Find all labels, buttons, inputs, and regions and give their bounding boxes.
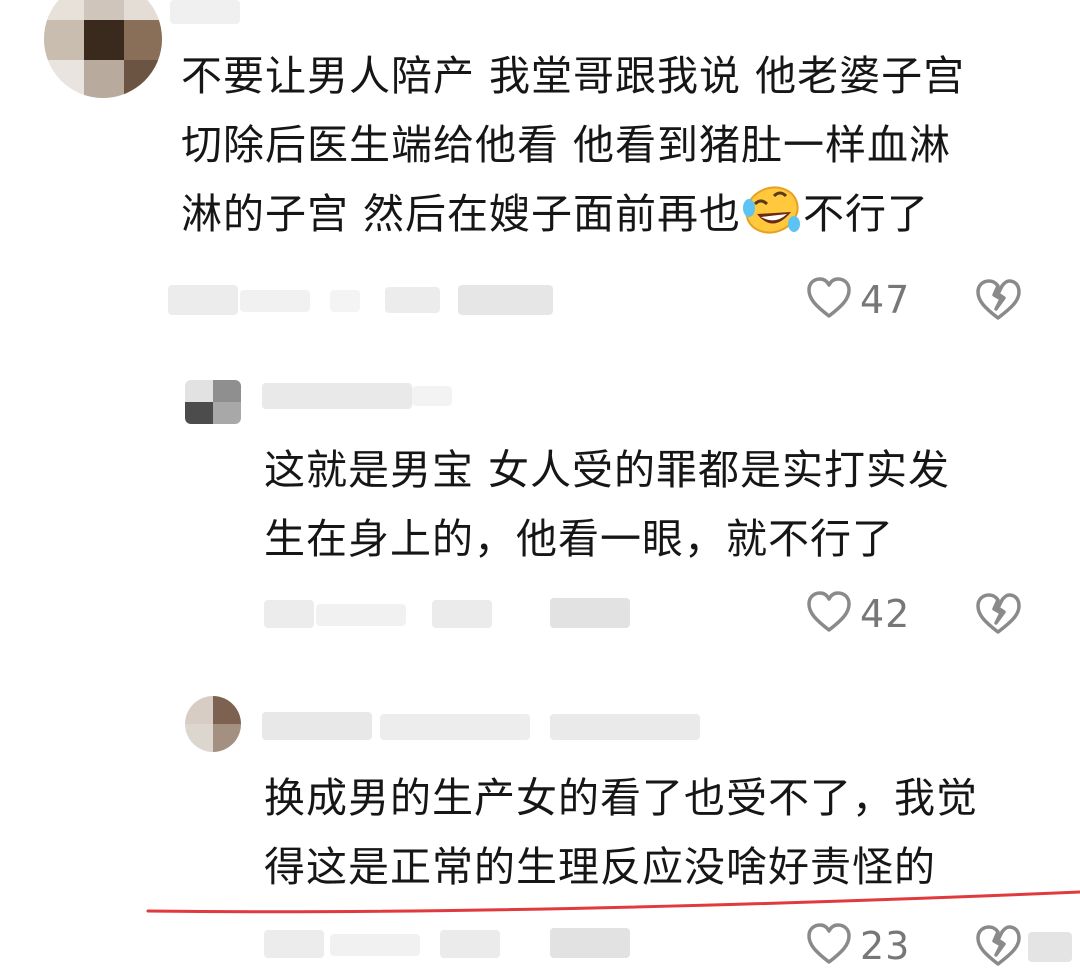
watermark-blurred (1028, 932, 1072, 962)
reply-avatar[interactable] (185, 380, 241, 424)
comment-text: 不要让男人陪产 我堂哥跟我说 他老婆子宫 切除后医生端给他看 他看到猪肚一样血淋… (181, 42, 965, 249)
broken-heart-icon (974, 279, 1022, 326)
reply-actions: 23 (806, 922, 910, 970)
reply-username-blurred[interactable] (412, 386, 452, 406)
reply-meta-blurred (264, 600, 314, 628)
reply-line: 得这是正常的生理反应没啥好责怪的 (264, 843, 936, 891)
rolling-on-floor-laughing-emoji-icon (741, 184, 803, 234)
reply-button-blurred[interactable] (550, 928, 630, 958)
reply-username-blurred[interactable] (550, 714, 700, 740)
reply-meta-blurred (440, 930, 500, 958)
reply-line: 生在身上的，他看一眼，就不行了 (264, 515, 894, 563)
comment-line: 不要让男人陪产 我堂哥跟我说 他老婆子宫 (181, 52, 966, 100)
dislike-button[interactable] (974, 592, 1022, 640)
reply-text: 换成男的生产女的看了也受不了，我觉 得这是正常的生理反应没啥好责怪的 (264, 764, 978, 902)
reply-meta-blurred (264, 930, 324, 958)
like-count: 42 (860, 592, 911, 636)
comment-line: 切除后医生端给他看 他看到猪肚一样血淋 (181, 121, 952, 169)
comment-line: 淋的子宫 然后在嫂子面前再也 不行了 (181, 180, 965, 249)
reply-avatar[interactable] (185, 696, 241, 752)
dislike-button[interactable] (974, 924, 1022, 972)
comment-meta-blurred (240, 290, 310, 312)
like-count: 23 (860, 924, 911, 968)
heart-outline-icon (806, 590, 852, 638)
reply-text: 这就是男宝 女人受的罪都是实打实发 生在身上的，他看一眼，就不行了 (264, 436, 950, 574)
reply-button-blurred[interactable] (550, 598, 630, 628)
reply-meta-blurred (432, 600, 492, 628)
dislike-button[interactable] (974, 278, 1022, 326)
reply-meta-blurred (316, 604, 406, 626)
comment-meta-blurred (168, 285, 238, 315)
reply-username-blurred[interactable] (262, 712, 372, 740)
broken-heart-icon (974, 925, 1022, 972)
reply-meta-blurred (330, 934, 420, 956)
like-button[interactable]: 42 (806, 590, 910, 638)
like-button[interactable]: 23 (806, 922, 910, 970)
broken-heart-icon (974, 593, 1022, 640)
comment-meta-blurred (385, 287, 440, 313)
heart-outline-icon (806, 276, 852, 324)
reply-username-blurred[interactable] (380, 714, 530, 740)
username-blurred[interactable] (170, 0, 240, 24)
reply-actions: 42 (806, 590, 910, 638)
avatar[interactable] (44, 0, 162, 98)
like-button[interactable]: 47 (806, 276, 910, 324)
comment-actions: 47 (806, 276, 910, 324)
comment-meta-blurred (330, 290, 360, 312)
reply-line: 换成男的生产女的看了也受不了，我觉 (264, 774, 978, 822)
reply-username-blurred[interactable] (262, 383, 412, 409)
heart-outline-icon (806, 922, 852, 970)
reply-line: 这就是男宝 女人受的罪都是实打实发 (264, 446, 951, 494)
reply-button-blurred[interactable] (458, 285, 553, 315)
like-count: 47 (860, 278, 911, 322)
